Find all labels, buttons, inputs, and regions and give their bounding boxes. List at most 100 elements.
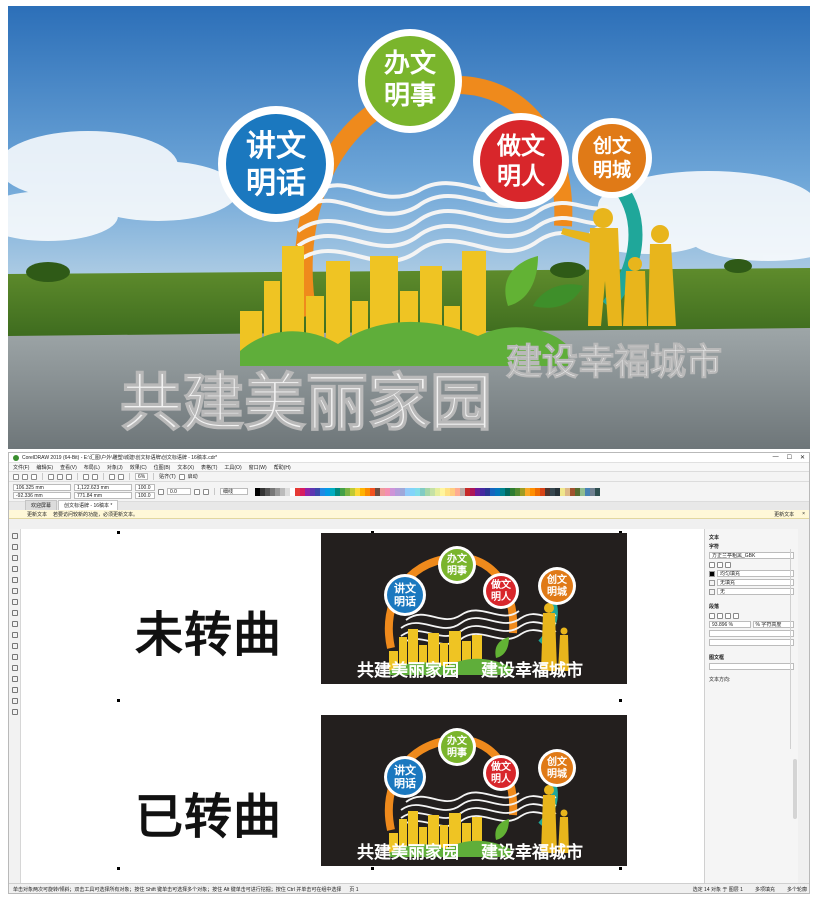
outline-swatch[interactable] [709,588,715,595]
docker-tabs[interactable] [790,549,798,749]
paragraph-section-header[interactable]: 段落 [709,603,794,610]
docker-scrollbar[interactable] [793,759,797,819]
menu-item[interactable]: 查看(V) [60,464,77,471]
menu-item[interactable]: 效果(C) [130,464,147,471]
color-palette[interactable] [255,487,600,496]
line-spacing-field[interactable]: 93.896 % [709,621,751,628]
selection-handle[interactable] [117,531,120,534]
zoom-tool-icon[interactable] [11,566,18,572]
align-center-icon[interactable] [717,612,723,619]
interactive-fill-icon[interactable] [11,698,18,704]
smart-fill-icon[interactable] [11,709,18,715]
font-select[interactable]: 方正兰亭粗黑_GBK [709,552,794,559]
fill-type-select[interactable]: 均匀填充 [717,570,794,577]
fill-swatch[interactable] [709,570,715,577]
character-section-header[interactable]: 字符 [709,543,794,550]
menu-item[interactable]: 布局(L) [84,464,100,471]
paste-icon[interactable] [66,473,72,480]
shape-tool-icon[interactable] [11,544,18,550]
drawing-canvas[interactable]: 未转曲 已转曲 讲文 明话 办文 明事 做文 明人 创文 明城 共建美丽家园 建… [21,529,704,883]
angle-field[interactable]: 0.0 [167,488,191,495]
undo-icon[interactable] [83,473,89,480]
snap-button[interactable]: 贴齐(T) [159,473,175,480]
selection-handle[interactable] [619,699,622,702]
menu-item[interactable]: 位图(B) [154,464,171,471]
eyedropper-tool-icon[interactable] [11,687,18,693]
width-field[interactable]: 1,122.623 mm [74,484,132,491]
outline-width-select[interactable]: 细线 [220,488,248,495]
indent-field[interactable] [709,630,794,637]
parallel-dimension-icon[interactable] [11,643,18,649]
scale-y-field[interactable]: 100.0 [135,492,155,499]
ellipse-tool-icon[interactable] [11,610,18,616]
artboard-not-converted[interactable]: 讲文 明话 办文 明事 做文 明人 创文 明城 共建美丽家园 建设幸福城市 [321,533,627,684]
space-before-field[interactable] [709,639,794,646]
bg-swatch[interactable] [709,579,715,586]
background-fill-select[interactable]: 无填充 [717,579,794,586]
polygon-tool-icon[interactable] [11,621,18,627]
outline-select[interactable]: 无 [717,588,794,595]
copy-icon[interactable] [57,473,63,480]
menu-item[interactable]: 文件(F) [13,464,29,471]
justify-icon[interactable] [733,612,739,619]
tab-document[interactable]: 创文标语牌 - 16稿本 * [58,500,119,510]
open-icon[interactable] [22,473,28,480]
italic-icon[interactable] [717,561,723,568]
selection-handle[interactable] [371,867,374,870]
selection-handle[interactable] [117,867,120,870]
frame-section-header[interactable]: 图文框 [709,654,794,661]
height-field[interactable]: 771.84 mm [74,492,132,499]
x-position-field[interactable]: 106.325 mm [13,484,71,491]
menu-item[interactable]: 帮助(H) [274,464,291,471]
menu-item[interactable]: 对象(J) [107,464,123,471]
align-right-icon[interactable] [725,612,731,619]
cut-icon[interactable] [48,473,54,480]
dismiss-notice-button[interactable]: × [802,511,805,518]
palette-swatch[interactable] [595,487,600,496]
menu-item[interactable]: 窗口(W) [249,464,267,471]
save-icon[interactable] [31,473,37,480]
tab-welcome[interactable]: 欢迎屏幕 [25,500,58,510]
zoom-select[interactable]: 6% [135,473,149,480]
selection-handle[interactable] [117,699,120,702]
lock-ratio-icon[interactable] [158,488,164,495]
settings-icon[interactable] [178,473,185,480]
bold-icon[interactable] [709,561,715,568]
redo-icon[interactable] [92,473,98,480]
composite-image: 讲文 明话 办文 明事 做文 明人 创文 明城 共建美丽家园 建设幸福城市 Co… [0,0,817,900]
import-icon[interactable] [109,473,115,480]
columns-field[interactable] [709,663,794,670]
menu-item[interactable]: 工具(O) [224,464,241,471]
mirror-h-icon[interactable] [194,488,200,495]
new-doc-icon[interactable] [13,473,19,480]
maximize-icon[interactable]: ☐ [787,454,792,461]
menu-item[interactable]: 编辑(E) [36,464,53,471]
pick-tool-icon[interactable] [11,533,18,539]
menu-item[interactable]: 表格(T) [201,464,217,471]
export-icon[interactable] [118,473,124,480]
align-left-icon[interactable] [709,612,715,619]
y-position-field[interactable]: -92.336 mm [13,492,71,499]
fill-status[interactable]: 多项填充 [755,886,775,893]
connector-tool-icon[interactable] [11,654,18,660]
scale-x-field[interactable]: 100.0 [135,484,155,491]
mirror-v-icon[interactable] [203,488,209,495]
launch-button[interactable]: 启动 [188,473,198,480]
rectangle-tool-icon[interactable] [11,599,18,605]
underline-icon[interactable] [725,561,731,568]
close-icon[interactable]: ✕ [800,454,805,461]
text-tool-icon[interactable] [11,632,18,638]
artistic-media-icon[interactable] [11,588,18,594]
transparency-tool-icon[interactable] [11,676,18,682]
page-tab[interactable]: 页 1 [349,886,358,893]
drop-shadow-icon[interactable] [11,665,18,671]
selection-handle[interactable] [619,867,622,870]
outline-status[interactable]: 多个轮廓 [787,886,807,893]
artboard-converted[interactable]: 讲文 明话 办文 明事 做文 明人 创文 明城 共建美丽家园 建设幸福城市 [321,715,627,866]
spacing-unit-select[interactable]: % 字符高度 [752,621,794,628]
crop-tool-icon[interactable] [11,555,18,561]
menu-item[interactable]: 文本(X) [177,464,194,471]
minimize-icon[interactable]: — [773,454,779,461]
update-text-button[interactable]: 更新文本 [774,511,794,518]
freehand-tool-icon[interactable] [11,577,18,583]
